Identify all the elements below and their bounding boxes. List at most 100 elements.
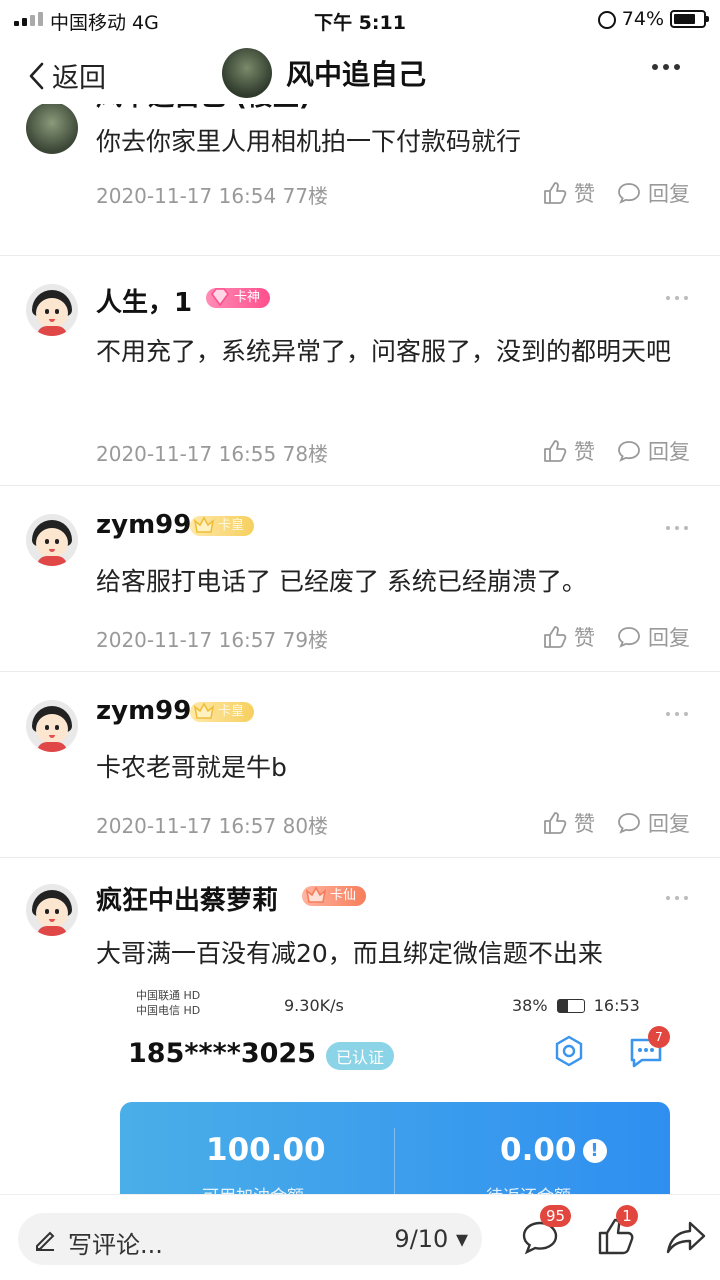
more-options-icon[interactable] [666, 296, 688, 300]
reply-button[interactable]: 回复 [616, 436, 690, 466]
comment-text: 大哥满一百没有减20，而且绑定微信题不出来 [96, 939, 603, 968]
verified-badge: 已认证 [326, 1042, 395, 1070]
user-level-badge: 卡仙 [302, 886, 367, 906]
notification-badge: 95 [540, 1205, 572, 1227]
pending-label: 待返还金额 [486, 1182, 571, 1194]
avatar[interactable] [26, 514, 78, 566]
carrier-label: 中国联通 HD [136, 989, 201, 1002]
message-icon: 7 [626, 1026, 670, 1072]
notification-badge: 7 [648, 1026, 670, 1048]
reply-label: 回复 [648, 812, 690, 836]
bottom-bar: 写评论... 9/10 ▾ 95 1 [0, 1194, 720, 1280]
thumbs-up-icon [544, 626, 567, 648]
comment-icon [618, 813, 640, 834]
avatar[interactable] [26, 884, 78, 936]
page-title: 风中追自己 [286, 58, 427, 91]
floor-number: 77楼 [282, 184, 329, 208]
comment-date: 2020-11-17 16:54 [96, 184, 277, 208]
comment-meta: 2020-11-17 16:57 79楼 [96, 624, 328, 653]
list-item: zym99 卡皇 卡农老哥就是牛b 2020-11-17 16:57 80楼 赞… [0, 672, 720, 858]
avatar[interactable] [26, 284, 78, 336]
like-button[interactable]: 赞 [542, 178, 595, 208]
avatar[interactable] [26, 104, 78, 154]
reply-button[interactable]: 回复 [616, 622, 690, 652]
comment-image[interactable]: 中国联通 HD 中国电信 HD 9.30K/s 38% 16:53 185***… [120, 984, 680, 1194]
phone-number: 185****3025 [128, 1038, 316, 1069]
notification-badge: 1 [616, 1205, 638, 1227]
username[interactable]: zym99 [96, 510, 191, 540]
username[interactable]: zym99 [96, 696, 191, 726]
like-button[interactable]: 赞 [542, 622, 595, 652]
comment-feed[interactable]: 风中追自己 (楼主) 你去你家里人用相机拍一下付款码就行 2020-11-17 … [0, 104, 720, 1194]
like-button[interactable]: 赞 [542, 808, 595, 838]
available-amount: 100.00 [206, 1132, 326, 1168]
thread-author[interactable]: 风中追自己 [222, 48, 426, 98]
nav-bar: 返回 风中追自己 [0, 40, 720, 104]
username[interactable]: 风中追自己 (楼主) [96, 104, 311, 113]
page-selector[interactable]: 9/10 ▾ [394, 1225, 468, 1253]
crown-icon [193, 516, 215, 533]
chevron-left-icon [29, 62, 44, 89]
comment-icon [618, 441, 640, 462]
comment-meta: 2020-11-17 16:57 80楼 [96, 810, 328, 839]
balance-card: 100.00 可用加油金额 0.00! 待返还金额 [120, 1102, 670, 1194]
badge-label: 卡皇 [218, 704, 245, 719]
back-button[interactable]: 返回 [26, 56, 106, 95]
pencil-icon [36, 1231, 55, 1251]
embedded-status-carriers: 中国联通 HD 中国电信 HD [136, 988, 200, 1018]
avatar[interactable] [26, 700, 78, 752]
like-label: 赞 [574, 812, 595, 836]
username[interactable]: 人生，1 [96, 282, 192, 319]
rotation-lock-icon [598, 11, 616, 29]
reply-button[interactable]: 回复 [616, 808, 690, 838]
user-level-badge: 卡神 [206, 288, 271, 308]
badge-label: 卡神 [234, 290, 261, 305]
more-options-icon[interactable] [666, 712, 688, 716]
like-label: 赞 [574, 440, 595, 464]
user-level-badge: 卡皇 [190, 702, 255, 722]
battery-icon [670, 10, 709, 28]
floor-number: 78楼 [282, 442, 329, 466]
comments-button[interactable]: 95 [518, 1205, 572, 1259]
list-item: 风中追自己 (楼主) 你去你家里人用相机拍一下付款码就行 2020-11-17 … [0, 104, 720, 256]
comment-text: 你去你家里人用相机拍一下付款码就行 [96, 127, 522, 156]
share-button[interactable] [664, 1215, 708, 1259]
comment-meta: 2020-11-17 16:54 77楼 [96, 180, 328, 209]
comment-icon [618, 183, 640, 204]
reply-label: 回复 [648, 182, 690, 206]
battery-percent: 38% [512, 996, 548, 1015]
comment-meta: 2020-11-17 16:55 78楼 [96, 438, 328, 467]
thumbs-up-icon [544, 440, 567, 462]
like-label: 赞 [574, 182, 595, 206]
thumbs-up-icon [544, 812, 567, 834]
status-bar: 中国移动 4G 下午 5:11 74% [0, 0, 720, 40]
badge-label: 卡仙 [330, 888, 357, 903]
username[interactable]: 疯狂中出蔡萝莉 [96, 880, 278, 917]
user-level-badge: 卡皇 [190, 516, 255, 536]
back-label: 返回 [52, 63, 106, 94]
network-speed: 9.30K/s [284, 996, 344, 1015]
reply-label: 回复 [648, 440, 690, 464]
floor-number: 79楼 [282, 628, 329, 652]
share-icon [666, 1221, 706, 1254]
comment-date: 2020-11-17 16:55 [96, 442, 277, 466]
avatar[interactable] [222, 48, 272, 98]
comment-date: 2020-11-17 16:57 [96, 814, 277, 838]
gem-icon [210, 288, 230, 307]
battery-percent: 74% [621, 8, 664, 30]
reply-label: 回复 [648, 626, 690, 650]
list-item: zym99 卡皇 给客服打电话了 已经废了 系统已经崩溃了。 2020-11-1… [0, 486, 720, 672]
pending-value: 0.00 [500, 1132, 577, 1168]
comment-input[interactable]: 写评论... 9/10 ▾ [18, 1213, 482, 1265]
more-options-icon[interactable] [666, 896, 688, 900]
crown-icon [193, 702, 215, 719]
more-options-icon[interactable] [666, 526, 688, 530]
like-button[interactable]: 赞 [542, 436, 595, 466]
like-thread-button[interactable]: 1 [594, 1205, 638, 1259]
comment-text: 卡农老哥就是牛b [96, 753, 287, 782]
comment-placeholder: 写评论... [68, 1231, 163, 1259]
status-time: 16:53 [593, 996, 640, 1015]
more-options-icon[interactable] [652, 64, 680, 70]
reply-button[interactable]: 回复 [616, 178, 690, 208]
comment-text: 给客服打电话了 已经废了 系统已经崩溃了。 [96, 567, 587, 596]
